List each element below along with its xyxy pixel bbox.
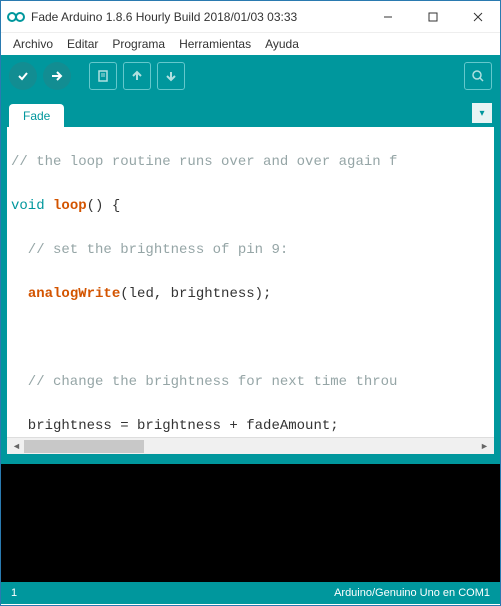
maximize-button[interactable] [410,1,455,32]
code-editor[interactable]: // the loop routine runs over and over a… [7,127,494,437]
code-token: void [11,198,45,214]
code-token: (led, brightness); [120,286,271,302]
arduino-logo-icon [7,8,25,26]
console-output[interactable] [1,464,500,582]
menu-file[interactable]: Archivo [9,35,57,53]
code-token [11,286,28,302]
statusbar: 1 Arduino/Genuino Uno en COM1 [1,582,500,604]
tab-menu-button[interactable]: ▾ [472,103,492,123]
new-sketch-button[interactable] [89,62,117,90]
open-sketch-button[interactable] [123,62,151,90]
tab-fade[interactable]: Fade [9,104,64,128]
code-line: // the loop routine runs over and over a… [11,154,397,170]
minimize-button[interactable] [365,1,410,32]
scroll-right-icon[interactable]: ► [477,441,492,451]
scroll-track[interactable] [24,440,477,453]
code-token: () { [87,198,121,214]
menubar: Archivo Editar Programa Herramientas Ayu… [1,33,500,55]
tabbar: Fade ▾ [1,97,500,127]
save-sketch-button[interactable] [157,62,185,90]
close-button[interactable] [455,1,500,32]
menu-sketch[interactable]: Programa [108,35,169,53]
titlebar: Fade Arduino 1.8.6 Hourly Build 2018/01/… [1,1,500,33]
menu-help[interactable]: Ayuda [261,35,303,53]
scroll-thumb[interactable] [24,440,144,453]
editor-wrap: // the loop routine runs over and over a… [1,127,500,460]
horizontal-scrollbar[interactable]: ◄ ► [7,437,494,454]
serial-monitor-button[interactable] [464,62,492,90]
status-board-port: Arduino/Genuino Uno en COM1 [334,587,490,599]
verify-button[interactable] [9,62,37,90]
code-token: analogWrite [28,286,120,302]
code-token: loop [53,198,87,214]
toolbar [1,55,500,97]
code-line: // change the brightness for next time t… [11,374,397,390]
window-title: Fade Arduino 1.8.6 Hourly Build 2018/01/… [31,10,365,24]
menu-tools[interactable]: Herramientas [175,35,255,53]
upload-button[interactable] [43,62,71,90]
scroll-left-icon[interactable]: ◄ [9,441,24,451]
status-line-number: 1 [11,587,17,599]
menu-edit[interactable]: Editar [63,35,102,53]
code-line: brightness = brightness + fadeAmount; [11,418,339,434]
code-line: // set the brightness of pin 9: [11,242,288,258]
